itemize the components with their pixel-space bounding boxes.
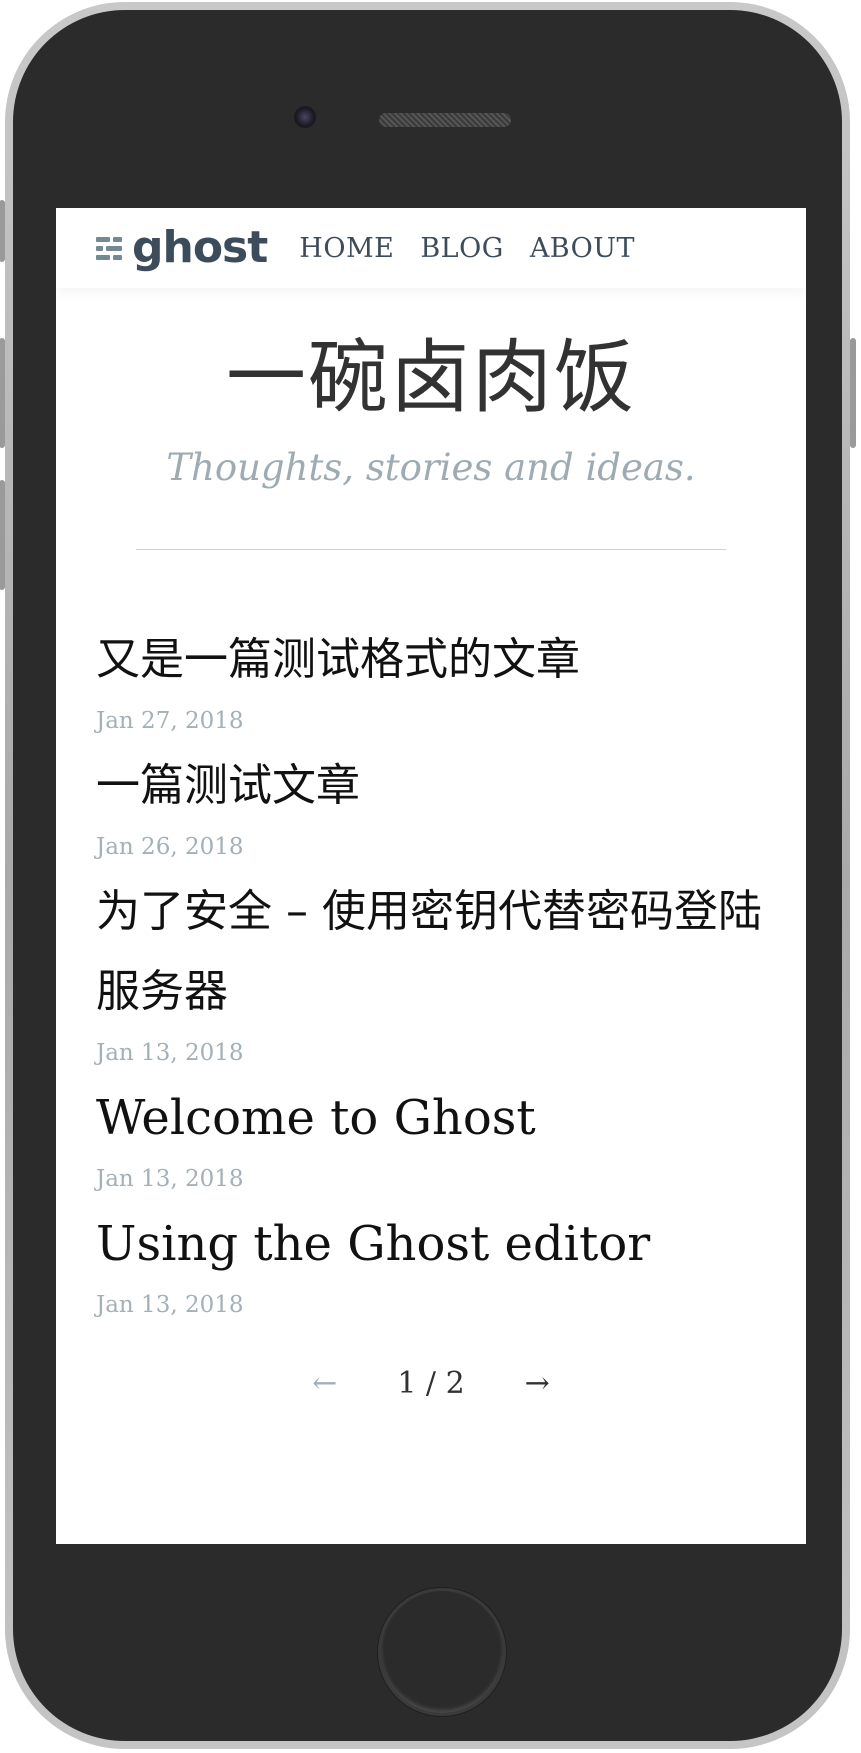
post-item: 又是一篇测试格式的文章 Jan 27, 2018 — [96, 620, 766, 742]
post-item: 一篇测试文章 Jan 26, 2018 — [96, 746, 766, 868]
volume-up-button — [0, 338, 5, 448]
volume-down-button — [0, 480, 5, 590]
post-list: 又是一篇测试格式的文章 Jan 27, 2018 一篇测试文章 Jan 26, … — [56, 620, 806, 1401]
post-title[interactable]: Welcome to Ghost — [96, 1078, 766, 1158]
ghost-logo[interactable]: ghost — [96, 222, 268, 273]
power-button — [850, 338, 856, 448]
site-description: Thoughts, stories and ideas. — [166, 446, 696, 489]
nav-link-about[interactable]: ABOUT — [530, 233, 635, 264]
mute-switch — [0, 200, 5, 262]
post-date: Jan 13, 2018 — [96, 1166, 244, 1192]
header-divider — [136, 549, 726, 550]
home-button[interactable] — [378, 1588, 506, 1716]
post-item: Using the Ghost editor Jan 13, 2018 — [96, 1204, 766, 1326]
site-nav: ghost HOME BLOG ABOUT — [56, 208, 806, 288]
post-title[interactable]: Using the Ghost editor — [96, 1204, 766, 1284]
post-title[interactable]: 又是一篇测试格式的文章 — [96, 620, 766, 700]
prev-page-arrow-icon: ← — [312, 1366, 338, 1401]
post-date: Jan 13, 2018 — [96, 1040, 244, 1066]
post-title[interactable]: 为了安全 – 使用密钥代替密码登陆服务器 — [96, 872, 766, 1032]
post-date: Jan 27, 2018 — [96, 708, 244, 734]
nav-link-home[interactable]: HOME — [299, 233, 394, 264]
next-page-arrow-icon[interactable]: → — [525, 1366, 550, 1401]
post-title[interactable]: 一篇测试文章 — [96, 746, 766, 826]
site-title: 一碗卤肉饭 — [226, 331, 636, 424]
phone-screen: ghost HOME BLOG ABOUT 一碗卤肉饭 Thoughts, st… — [56, 208, 806, 1544]
nav-link-blog[interactable]: BLOG — [420, 233, 503, 264]
pagination: ← 1 / 2 → — [96, 1366, 766, 1401]
site-header: 一碗卤肉饭 Thoughts, stories and ideas. — [56, 288, 806, 550]
front-camera — [294, 106, 316, 128]
post-date: Jan 13, 2018 — [96, 1292, 244, 1318]
logo-wordmark: ghost — [132, 222, 268, 273]
post-item: 为了安全 – 使用密钥代替密码登陆服务器 Jan 13, 2018 — [96, 872, 766, 1074]
post-item: Welcome to Ghost Jan 13, 2018 — [96, 1078, 766, 1200]
earpiece-speaker — [379, 113, 511, 127]
page-number: 1 / 2 — [397, 1366, 465, 1401]
post-date: Jan 26, 2018 — [96, 834, 244, 860]
ghost-logo-icon — [96, 236, 122, 260]
